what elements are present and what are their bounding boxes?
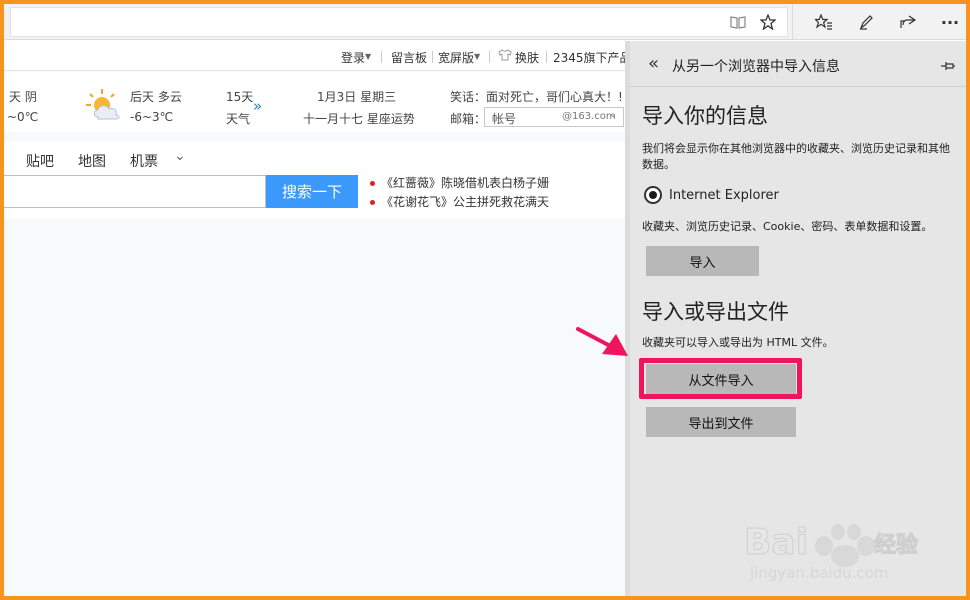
chevron-down-icon: ▼	[474, 52, 481, 61]
highlight-box	[639, 358, 802, 399]
panel-title: 从另一个浏览器中导入信息	[672, 59, 840, 75]
toolbar-separator	[792, 4, 793, 40]
news-text[interactable]: 《花谢花飞》公主拼死救花满天	[381, 195, 549, 209]
baidu-jingyan-watermark-icon: Bai 经验 jingyan.baidu.com	[744, 522, 919, 583]
fifteen-day-link[interactable]: 15天	[226, 88, 253, 105]
import-button[interactable]: 导入	[646, 246, 759, 276]
weather-today-temp: ~0℃	[7, 110, 39, 124]
skin-link[interactable]: 换肤	[515, 49, 539, 66]
chevron-down-icon: ▼	[365, 52, 372, 61]
browser-window: ··· 登录 ▼ 留言板 宽屏版 ▼ 换肤 2345旗下产品 天 阴 ~0℃ 后…	[4, 4, 966, 596]
import-info-title: 导入你的信息	[642, 104, 768, 128]
file-section-title: 导入或导出文件	[642, 300, 789, 324]
divider	[432, 51, 433, 63]
weather-day-after-temp: -6~3℃	[130, 110, 174, 124]
date-text: 1月3日 星期三	[317, 90, 397, 104]
divider	[489, 51, 490, 63]
svg-text:jingyan.baidu.com: jingyan.baidu.com	[749, 564, 888, 582]
products-link[interactable]: 2345旗下产品	[553, 49, 625, 66]
guestbook-link[interactable]: 留言板	[391, 49, 427, 66]
sun-cloud-icon	[84, 87, 126, 124]
address-bar[interactable]	[10, 7, 788, 37]
news-item[interactable]: 《红蔷薇》陈晓借机表白杨子姗	[370, 174, 549, 191]
file-section-desc: 收藏夹可以导入或导出为 HTML 文件。	[642, 336, 834, 349]
web-page: 登录 ▼ 留言板 宽屏版 ▼ 换肤 2345旗下产品 天 阴 ~0℃ 后天 多云…	[4, 41, 625, 596]
back-chevron-icon[interactable]: «	[648, 53, 659, 74]
browser-toolbar: ···	[4, 4, 966, 40]
nav-flights[interactable]: 机票	[130, 151, 158, 171]
pointer-arrow-icon	[576, 327, 628, 356]
nav-map[interactable]: 地图	[78, 151, 106, 171]
share-icon[interactable]	[896, 10, 920, 34]
login-link[interactable]: 登录	[341, 49, 365, 66]
fifteen-day-weather-link[interactable]: 天气	[226, 110, 250, 127]
mail-label: 邮箱：	[450, 112, 487, 126]
mail-domain[interactable]: @163.com	[562, 111, 616, 122]
svg-text:经验: 经验	[874, 532, 918, 558]
browser-option-desc: 收藏夹、浏览历史记录、Cookie、密码、表单数据和设置。	[642, 220, 933, 233]
mail-placeholder: 帐号	[492, 112, 517, 126]
shirt-icon	[498, 49, 512, 64]
divider	[381, 51, 382, 63]
news-text[interactable]: 《红蔷薇》陈晓借机表白杨子姗	[381, 176, 549, 190]
weather-day-after: 后天 多云	[130, 90, 182, 104]
chevron-down-icon[interactable]: ⌄	[609, 109, 617, 120]
svg-text:Bai: Bai	[744, 522, 808, 563]
double-chevron-right-icon[interactable]: »	[253, 97, 262, 115]
joke-link[interactable]: 笑话：面对死亡，哥们心真大！!	[450, 88, 623, 105]
chevron-down-icon[interactable]: ⌄	[174, 148, 186, 164]
import-info-desc: 我们将会显示你在其他浏览器中的收藏夹、浏览历史记录和其他数据。	[642, 142, 950, 171]
internet-explorer-radio[interactable]	[644, 186, 662, 204]
favorite-star-icon[interactable]	[756, 10, 780, 34]
mail-account-input[interactable]: 帐号 @163.com ⌄	[484, 107, 624, 127]
top-links-bar: 登录 ▼ 留言板 宽屏版 ▼ 换肤 2345旗下产品	[4, 41, 625, 71]
search-input[interactable]	[4, 175, 266, 208]
bullet-icon	[370, 200, 375, 205]
search-button[interactable]: 搜索一下	[266, 175, 358, 208]
internet-explorer-label[interactable]: Internet Explorer	[669, 188, 779, 203]
export-to-file-button[interactable]: 导出到文件	[646, 407, 796, 437]
web-note-icon[interactable]	[854, 10, 878, 34]
pin-icon[interactable]	[940, 57, 956, 76]
bullet-icon	[370, 181, 375, 186]
hub-icon[interactable]	[812, 10, 836, 34]
more-icon[interactable]: ···	[938, 10, 962, 34]
widescreen-link[interactable]: 宽屏版	[438, 49, 474, 66]
reading-view-icon[interactable]	[726, 10, 750, 34]
lunar-date-text[interactable]: 十一月十七 星座运势	[303, 110, 415, 127]
nav-tieba[interactable]: 贴吧	[26, 151, 54, 171]
divider	[546, 51, 547, 63]
weather-today: 天 阴	[9, 90, 37, 104]
news-item[interactable]: 《花谢花飞》公主拼死救花满天	[370, 193, 549, 210]
panel-header: « 从另一个浏览器中导入信息	[630, 41, 966, 87]
